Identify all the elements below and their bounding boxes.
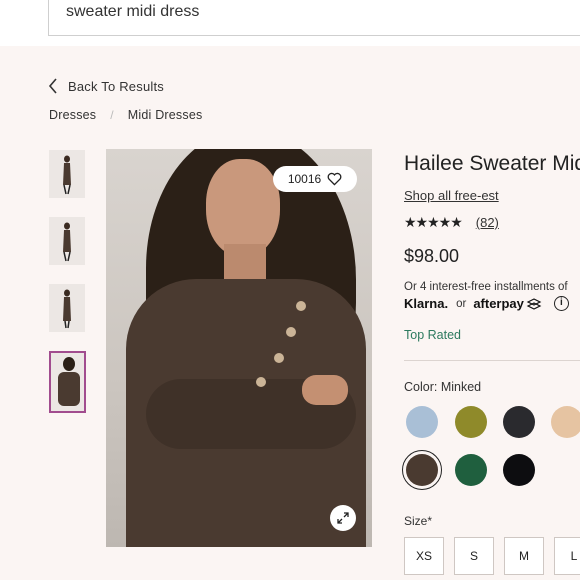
favorite-button[interactable]: 10016	[273, 166, 357, 192]
swatch-green[interactable]	[455, 454, 487, 486]
shop-brand-link[interactable]: Shop all free-est	[404, 188, 499, 203]
top-rated-badge: Top Rated	[404, 328, 461, 342]
thumbnail-list	[49, 150, 87, 432]
review-count-link[interactable]: (82)	[476, 215, 499, 230]
search-input[interactable]	[66, 0, 546, 24]
swatch-minked[interactable]	[402, 450, 442, 490]
back-to-results-link[interactable]: Back To Results	[48, 78, 164, 94]
size-xs-button[interactable]: XS	[404, 537, 444, 575]
heart-icon	[327, 172, 342, 186]
afterpay-arrows-icon	[526, 297, 542, 310]
thumbnail-image	[63, 155, 71, 195]
swatch-olive[interactable]	[455, 406, 487, 438]
top-bar	[0, 0, 580, 46]
thumbnail-image	[58, 357, 80, 406]
size-label: Size*	[404, 514, 433, 528]
swatch-black-textured[interactable]	[503, 406, 535, 438]
thumbnail-1[interactable]	[49, 150, 85, 198]
chevron-left-icon	[48, 78, 57, 94]
thumbnail-2[interactable]	[49, 217, 85, 265]
thumbnail-3[interactable]	[49, 284, 85, 332]
star-rating-icon: ★★★★★	[404, 214, 463, 230]
product-price: $98.00	[404, 246, 460, 266]
rating: ★★★★★ (82)	[404, 214, 499, 231]
zoom-button[interactable]	[330, 505, 356, 531]
thumbnail-4-selected[interactable]	[49, 351, 86, 413]
back-label: Back To Results	[68, 78, 164, 94]
swatch-light-blue[interactable]	[406, 406, 438, 438]
swatch-tan[interactable]	[551, 406, 580, 438]
size-s-button[interactable]: S	[454, 537, 494, 575]
breadcrumb: Dresses / Midi Dresses	[49, 108, 202, 122]
thumbnail-image	[63, 289, 71, 329]
color-label: Color: Minked	[404, 380, 482, 394]
swatch-black[interactable]	[503, 454, 535, 486]
info-icon[interactable]: i	[553, 296, 569, 311]
payment-options: Klarna. or afterpay i	[404, 296, 569, 311]
klarna-logo: Klarna.	[404, 296, 449, 311]
or-text: or	[456, 297, 467, 310]
breadcrumb-item-dresses[interactable]: Dresses	[49, 108, 96, 122]
divider	[404, 360, 580, 361]
breadcrumb-item-midi-dresses[interactable]: Midi Dresses	[128, 108, 203, 122]
product-hero-image[interactable]	[106, 149, 372, 547]
favorite-count: 10016	[287, 172, 322, 186]
afterpay-logo: afterpay	[473, 296, 524, 311]
expand-icon	[337, 512, 349, 524]
installments-text: Or 4 interest-free installments of	[404, 281, 568, 293]
size-m-button[interactable]: M	[504, 537, 544, 575]
breadcrumb-separator: /	[110, 108, 114, 122]
search-box[interactable]	[48, 0, 580, 36]
size-l-button[interactable]: L	[554, 537, 580, 575]
product-title: Hailee Sweater Midi	[404, 152, 580, 175]
thumbnail-image	[63, 222, 71, 262]
